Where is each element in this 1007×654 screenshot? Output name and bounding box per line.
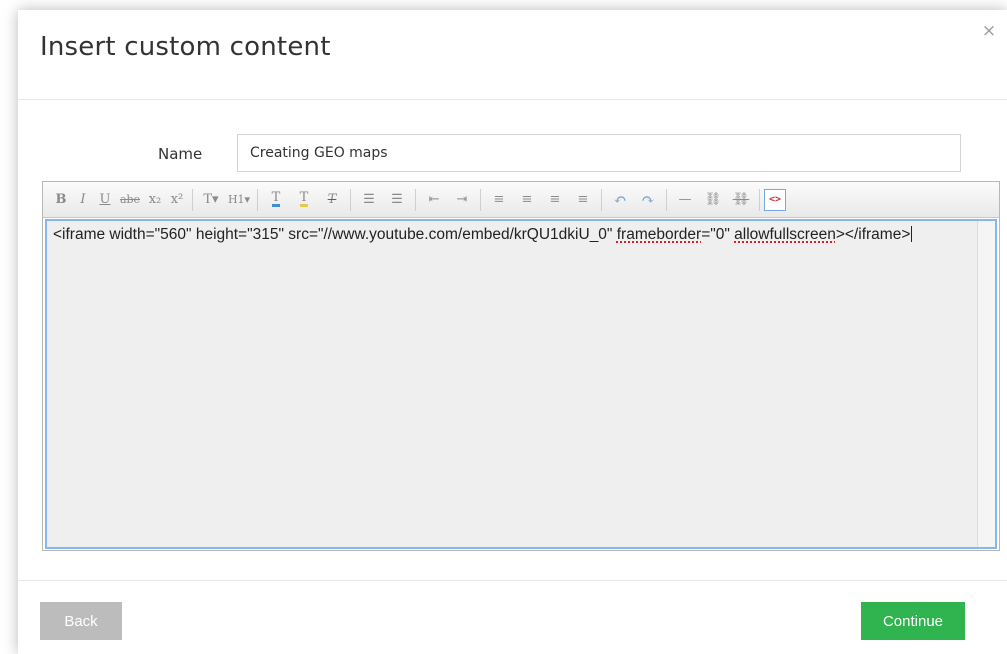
bold-icon[interactable]: B bbox=[50, 187, 72, 213]
bullet-list-glyph: ☰ bbox=[363, 192, 375, 207]
font-size-glyph: T▾ bbox=[203, 192, 219, 207]
spellcheck-word: frameborder bbox=[616, 226, 702, 243]
highlight-glyph: T bbox=[299, 190, 309, 207]
strikethrough-icon[interactable]: abe bbox=[116, 187, 144, 213]
redo-icon[interactable]: ↷ bbox=[634, 187, 662, 213]
numbered-list-icon[interactable]: ☰ bbox=[383, 187, 411, 213]
undo-glyph: ↶ bbox=[613, 190, 627, 209]
content-text-part: <iframe width="560" height="315" src="//… bbox=[53, 226, 617, 243]
bullet-list-icon[interactable]: ☰ bbox=[355, 187, 383, 213]
link-icon[interactable]: ⛓ bbox=[699, 187, 727, 213]
editor-scrollbar[interactable] bbox=[977, 221, 995, 547]
text-color-glyph: T bbox=[271, 190, 281, 207]
outdent-icon[interactable]: ⇤ bbox=[420, 187, 448, 213]
dialog-footer: Back Continue bbox=[18, 580, 1007, 654]
text-caret bbox=[911, 226, 913, 242]
indent-glyph: ⇥ bbox=[456, 192, 468, 207]
editor-content-area[interactable]: <iframe width="560" height="315" src="//… bbox=[45, 219, 997, 549]
indent-icon[interactable]: ⇥ bbox=[448, 187, 476, 213]
horizontal-rule-icon[interactable]: — bbox=[671, 187, 699, 213]
align-justify-glyph: ≡ bbox=[577, 192, 589, 207]
toolbar-separator bbox=[257, 188, 258, 211]
highlight-icon[interactable]: T bbox=[290, 187, 318, 213]
italic-icon[interactable]: I bbox=[72, 187, 94, 213]
align-right-icon[interactable]: ≡ bbox=[541, 187, 569, 213]
text-color-icon[interactable]: T bbox=[262, 187, 290, 213]
spellcheck-word: allowfullscreen bbox=[734, 226, 836, 243]
underline-icon[interactable]: U bbox=[94, 187, 116, 213]
toolbar-separator bbox=[192, 188, 193, 211]
name-label: Name bbox=[158, 145, 203, 163]
page-background: Insert custom content × Name B I U abe x… bbox=[0, 0, 1007, 654]
toolbar-separator bbox=[415, 188, 416, 211]
link-glyph: ⛓ bbox=[704, 192, 722, 207]
numbered-list-glyph: ☰ bbox=[391, 192, 403, 207]
subscript-icon[interactable]: x₂ bbox=[144, 187, 166, 213]
dialog-header: Insert custom content × bbox=[18, 10, 1007, 100]
align-left-glyph: ≡ bbox=[493, 192, 505, 207]
italic-glyph: I bbox=[80, 192, 86, 207]
align-center-glyph: ≡ bbox=[521, 192, 533, 207]
bold-glyph: B bbox=[55, 192, 67, 207]
heading-glyph: H1▾ bbox=[227, 193, 251, 206]
align-right-glyph: ≡ bbox=[549, 192, 561, 207]
unlink-icon[interactable]: ⛓ bbox=[727, 187, 755, 213]
strikethrough-glyph: abe bbox=[119, 193, 141, 206]
superscript-icon[interactable]: x² bbox=[166, 187, 188, 213]
dialog-title: Insert custom content bbox=[40, 32, 331, 62]
content-text-part: ></iframe> bbox=[835, 226, 911, 243]
align-justify-icon[interactable]: ≡ bbox=[569, 187, 597, 213]
undo-icon[interactable]: ↶ bbox=[606, 187, 634, 213]
outdent-glyph: ⇤ bbox=[428, 192, 440, 207]
content-text-part: ="0" bbox=[701, 226, 735, 243]
redo-glyph: ↷ bbox=[641, 190, 655, 209]
font-size-icon[interactable]: T▾ bbox=[197, 187, 225, 213]
unlink-glyph: ⛓ bbox=[732, 192, 750, 207]
align-left-icon[interactable]: ≡ bbox=[485, 187, 513, 213]
toolbar-separator bbox=[666, 188, 667, 211]
continue-button[interactable]: Continue bbox=[861, 602, 965, 640]
toolbar-separator bbox=[601, 188, 602, 211]
underline-glyph: U bbox=[99, 192, 111, 207]
insert-custom-content-dialog: Insert custom content × Name B I U abe x… bbox=[18, 10, 1007, 654]
toolbar-separator bbox=[759, 188, 760, 211]
clear-formatting-icon[interactable]: T bbox=[318, 187, 346, 213]
toolbar-separator bbox=[480, 188, 481, 211]
name-input[interactable] bbox=[237, 134, 961, 172]
heading-icon[interactable]: H1▾ bbox=[225, 187, 253, 213]
subscript-glyph: x₂ bbox=[148, 192, 162, 207]
back-button[interactable]: Back bbox=[40, 602, 122, 640]
close-icon[interactable]: × bbox=[980, 22, 998, 40]
superscript-glyph: x² bbox=[170, 192, 184, 207]
source-code-glyph: <> bbox=[768, 194, 782, 205]
toolbar-separator bbox=[350, 188, 351, 211]
source-code-icon[interactable]: <> bbox=[764, 188, 786, 211]
clear-formatting-glyph: T bbox=[327, 192, 337, 207]
horizontal-rule-glyph: — bbox=[678, 192, 692, 207]
rich-text-editor: B I U abe x₂ x² T▾ H1▾ T T T ☰ ☰ ⇤ ⇥ ≡ ≡… bbox=[42, 181, 1000, 551]
align-center-icon[interactable]: ≡ bbox=[513, 187, 541, 213]
editor-toolbar: B I U abe x₂ x² T▾ H1▾ T T T ☰ ☰ ⇤ ⇥ ≡ ≡… bbox=[43, 182, 999, 218]
